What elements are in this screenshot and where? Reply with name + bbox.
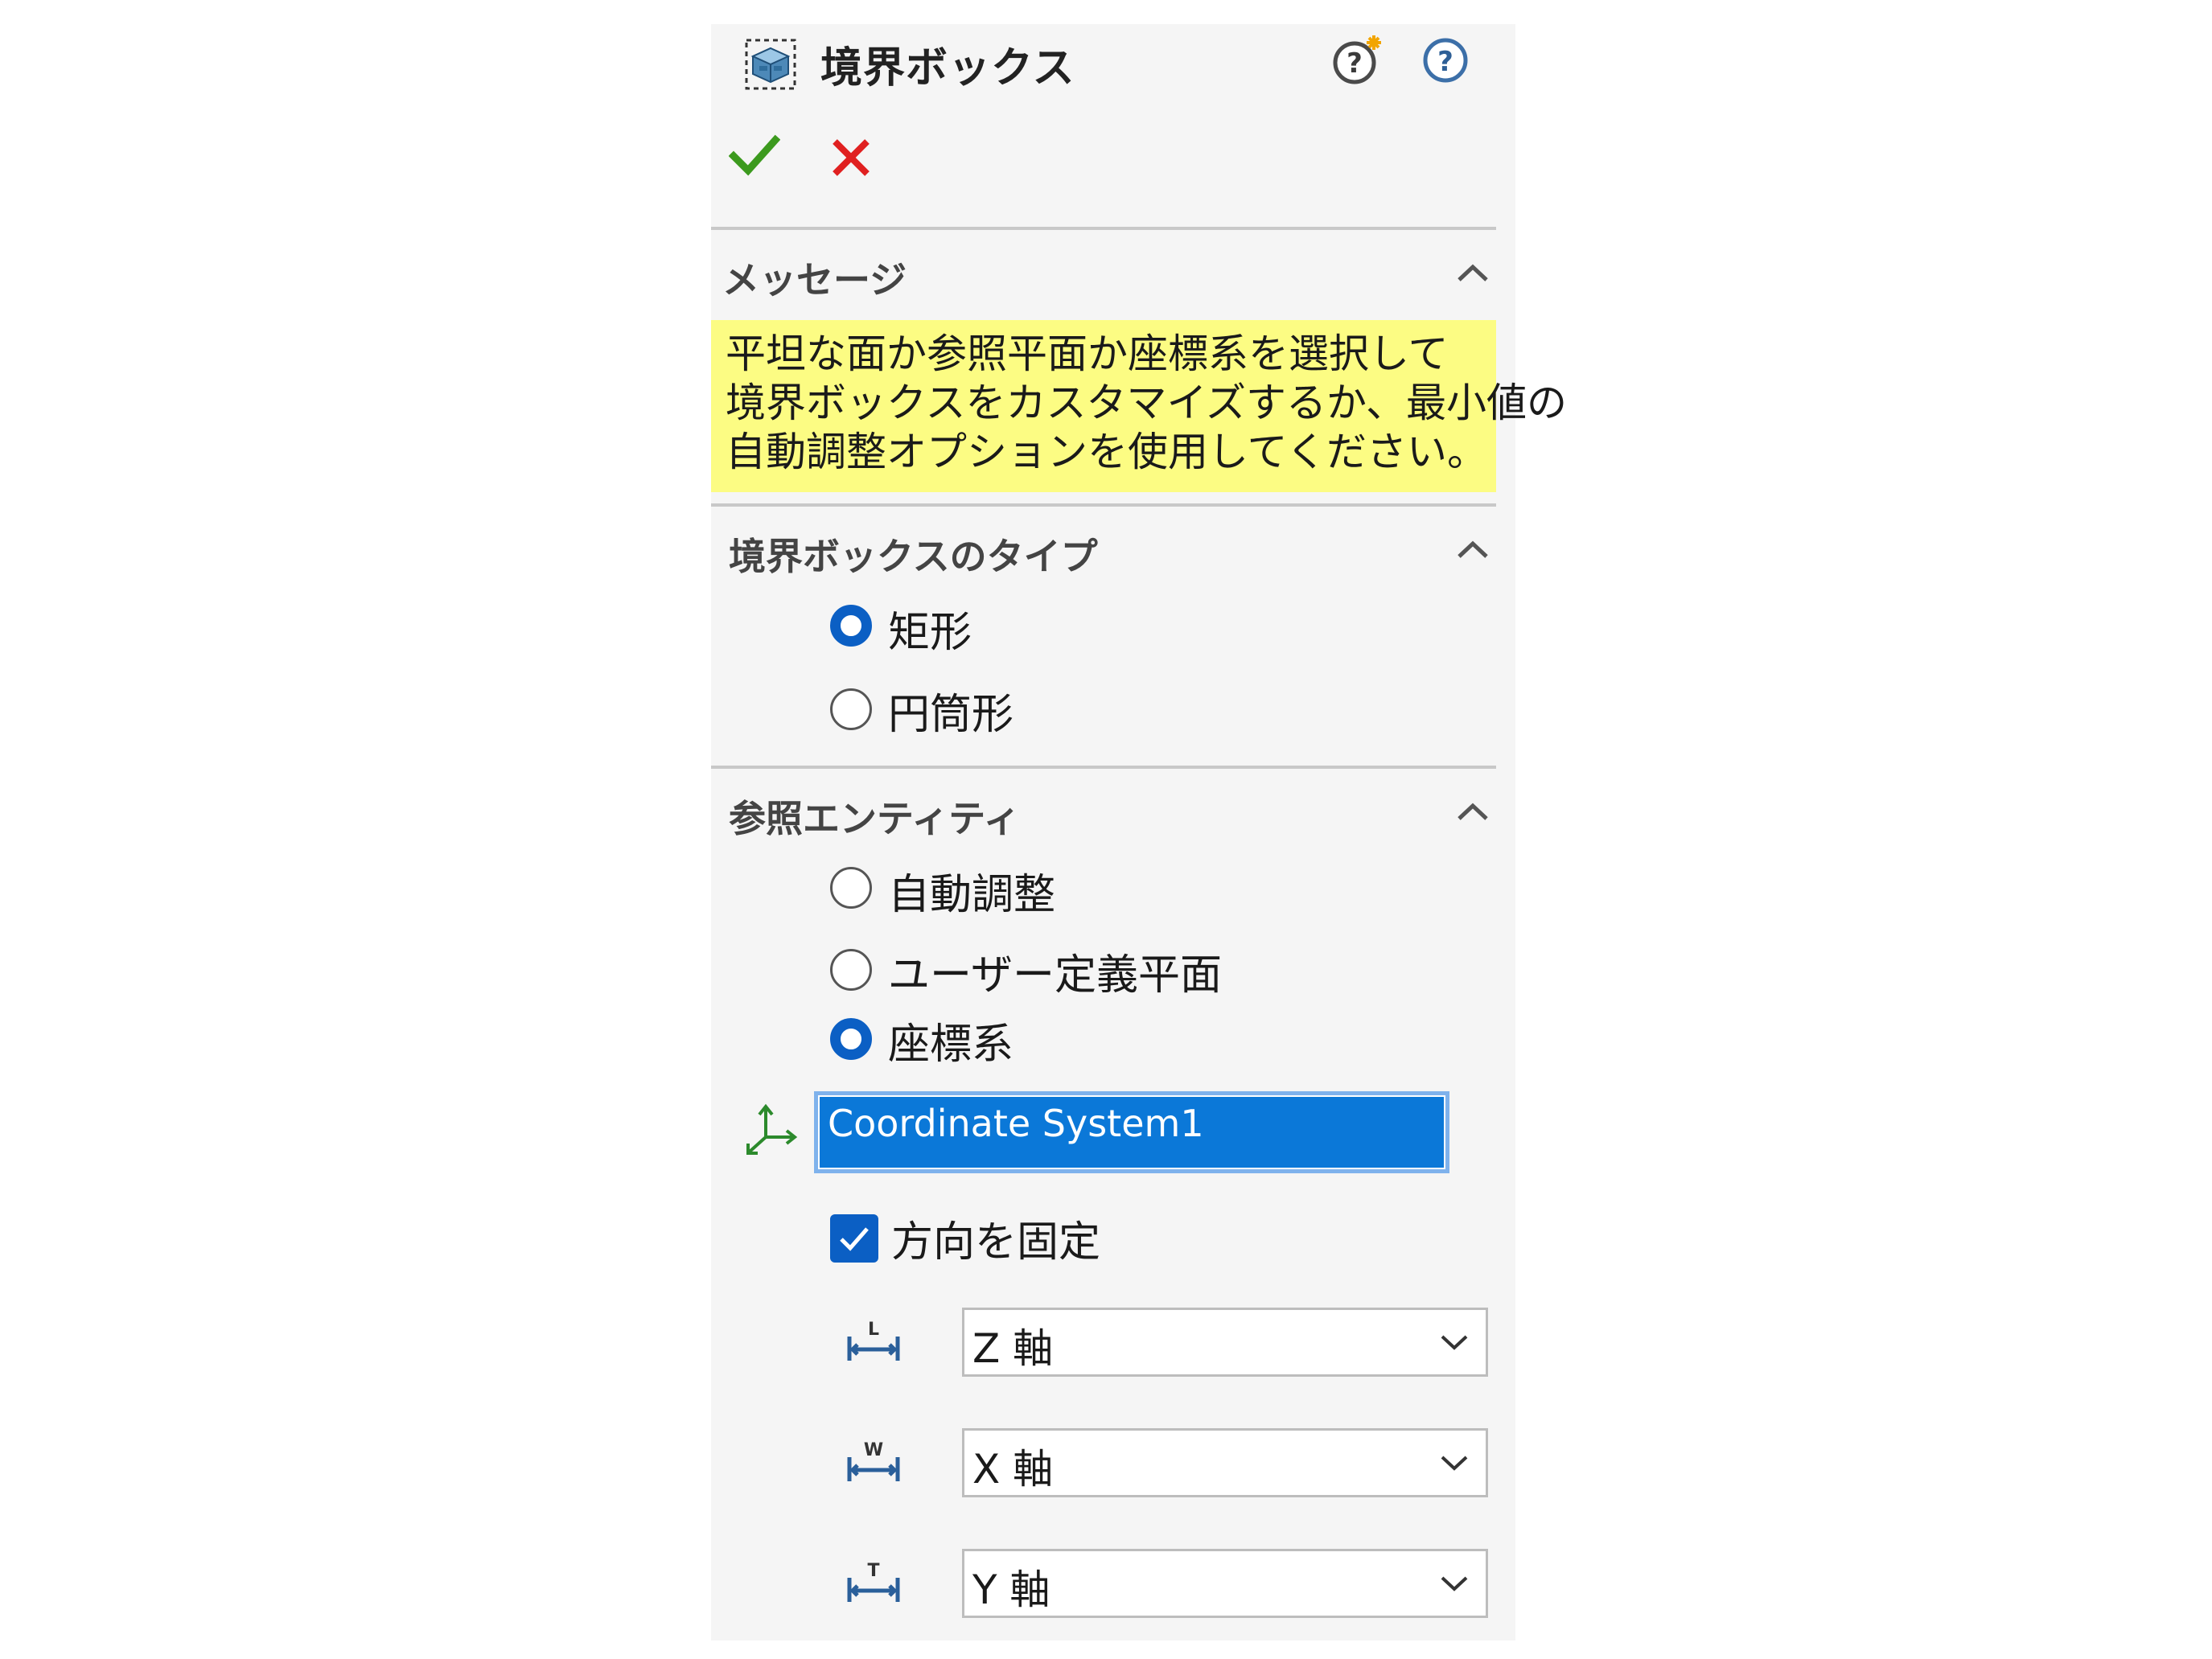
option-label-rectangular: 矩形 [888,609,972,657]
axis-dropdown-width[interactable]: X 軸 [962,1428,1488,1497]
axis-dropdown-value: X 軸 [972,1446,1054,1493]
option-label-cylindrical: 円筒形 [888,691,1014,739]
section-divider [711,766,1496,769]
svg-text:L: L [868,1320,879,1340]
chevron-down-icon [1441,1576,1468,1591]
message-section-header: メッセージ [722,258,907,302]
chevron-up-icon[interactable] [1454,537,1491,561]
type-section-header: 境界ボックスのタイプ [729,535,1098,578]
svg-text:W: W [864,1440,883,1460]
fix-direction-label: 方向を固定 [891,1218,1101,1267]
axis-dropdown-thickness[interactable]: Y 軸 [962,1549,1488,1618]
help-icon[interactable]: ? [1419,34,1472,87]
chevron-down-icon [1441,1456,1468,1471]
radio-auto-fit[interactable] [830,867,872,909]
message-line: 境界ボックスをカスタマイズするか、最小値の [726,380,1567,426]
reference-section-header: 参照エンティティ [729,797,1021,840]
chevron-up-icon[interactable] [1454,261,1491,285]
option-label-user-defined-plane: ユーザー定義平面 [888,951,1222,1000]
svg-text:?: ? [1437,46,1453,78]
radio-coordinate-system[interactable] [830,1018,872,1060]
coordinate-system-selection-value: Coordinate System1 [818,1095,1445,1169]
check-icon[interactable] [729,133,780,179]
checkmark-icon [840,1227,869,1251]
message-line: 自動調整オプションを使用してください。 [726,429,1487,475]
option-label-auto-fit: 自動調整 [888,871,1056,919]
bounding-box-icon [745,39,796,90]
fix-direction-checkbox[interactable] [830,1214,878,1263]
chevron-up-icon[interactable] [1454,799,1491,823]
axis-dropdown-length[interactable]: Z 軸 [962,1308,1488,1377]
axis-dropdown-value: Z 軸 [972,1325,1054,1372]
coordinate-system-selection-box[interactable]: Coordinate System1 [814,1091,1449,1173]
radio-user-defined-plane[interactable] [830,949,872,991]
bounding-box-property-panel: 境界ボックス ? ? メッセージ 平坦な面か参照平面か座標系を選択して 境界ボッ… [711,24,1567,1641]
section-divider [711,503,1496,507]
thickness-dimension-icon: T [847,1561,900,1602]
width-dimension-icon: W [847,1440,900,1481]
svg-text:?: ? [1347,47,1363,80]
whats-wrong-help-icon[interactable]: ? [1330,32,1387,88]
close-icon[interactable] [830,137,872,179]
radio-rectangular[interactable] [830,605,872,647]
length-dimension-icon: L [847,1320,900,1361]
coordinate-system-icon [746,1103,798,1155]
chevron-down-icon [1441,1335,1468,1350]
message-box: 平坦な面か参照平面か座標系を選択して 境界ボックスをカスタマイズするか、最小値の… [711,320,1567,492]
svg-text:T: T [867,1561,879,1581]
section-divider [711,227,1496,230]
option-label-coordinate-system: 座標系 [888,1020,1014,1069]
radio-cylindrical[interactable] [830,688,872,730]
axis-dropdown-value: Y 軸 [972,1567,1050,1613]
message-line: 平坦な面か参照平面か座標系を選択して [726,331,1449,377]
panel-title: 境界ボックス [820,44,1075,92]
